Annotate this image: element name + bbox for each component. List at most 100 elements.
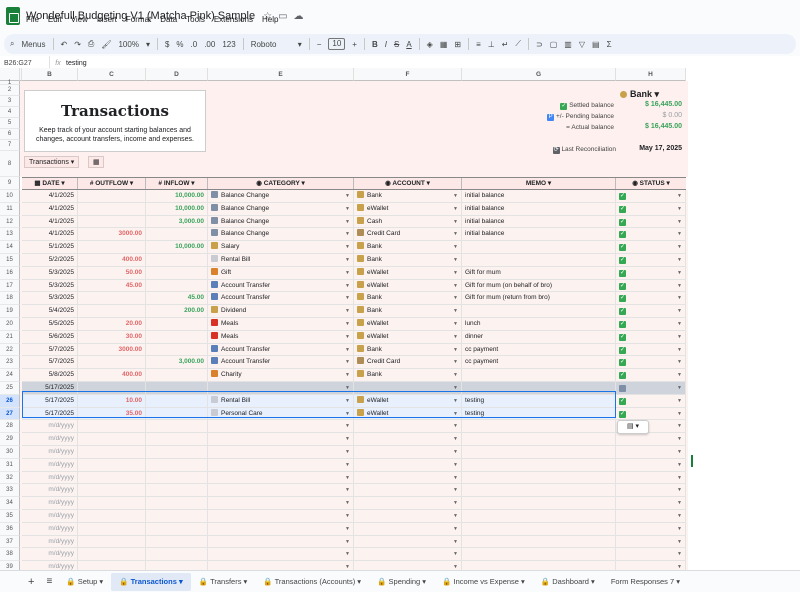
dropdown-arrow-icon[interactable]: ▼: [345, 344, 350, 356]
row-header[interactable]: 39: [0, 561, 20, 570]
decrease-decimal-button[interactable]: .0: [191, 40, 198, 49]
status-cell[interactable]: ▼: [616, 446, 686, 459]
dropdown-arrow-icon[interactable]: ▼: [345, 280, 350, 292]
header-status[interactable]: ◉ STATUS ▾: [616, 178, 686, 189]
dropdown-arrow-icon[interactable]: ▼: [677, 510, 682, 522]
row-header[interactable]: 23: [0, 356, 20, 370]
status-cell[interactable]: ✓ ▼: [616, 228, 686, 242]
account-cell[interactable]: Bank ▼: [354, 190, 462, 203]
dropdown-arrow-icon[interactable]: ▼: [677, 497, 682, 509]
inflow-cell[interactable]: 45.00: [146, 292, 208, 306]
category-cell[interactable]: Charity ▼: [208, 369, 354, 382]
inflow-cell[interactable]: [146, 458, 208, 472]
column-header-e[interactable]: E: [208, 68, 354, 81]
outflow-cell[interactable]: [78, 535, 146, 549]
memo-cell[interactable]: [462, 561, 616, 570]
inflow-cell[interactable]: 200.00: [146, 305, 208, 318]
dropdown-arrow-icon[interactable]: ▼: [345, 216, 350, 228]
tab-menu-chevron-icon[interactable]: ▾: [519, 577, 525, 586]
dropdown-arrow-icon[interactable]: ▼: [453, 356, 458, 368]
dropdown-arrow-icon[interactable]: ▼: [677, 523, 682, 535]
date-cell[interactable]: m/d/yyyy: [22, 535, 78, 549]
dropdown-arrow-icon[interactable]: ▼: [453, 280, 458, 292]
status-checkbox-icon[interactable]: ✓: [619, 410, 626, 418]
inflow-cell[interactable]: 3,000.00: [146, 215, 208, 229]
sheet-tab-transactions-accounts[interactable]: 🔒 Transactions (Accounts) ▾: [255, 573, 369, 591]
inflow-cell[interactable]: [146, 266, 208, 280]
status-cell[interactable]: ✓ ▼: [616, 254, 686, 267]
date-cell[interactable]: 5/3/2025: [22, 279, 78, 293]
dropdown-arrow-icon[interactable]: ▼: [453, 459, 458, 471]
inflow-cell[interactable]: [146, 561, 208, 570]
status-cell[interactable]: ✓ ▼: [616, 356, 686, 370]
outflow-cell[interactable]: [78, 446, 146, 459]
row-header[interactable]: 3: [0, 96, 20, 107]
tab-menu-chevron-icon[interactable]: ▾: [674, 577, 680, 586]
outflow-cell[interactable]: [78, 433, 146, 446]
date-cell[interactable]: 4/1/2025: [22, 190, 78, 203]
account-cell[interactable]: Bank ▼: [354, 292, 462, 306]
dropdown-arrow-icon[interactable]: ▼: [453, 472, 458, 484]
print-icon[interactable]: ⎙: [88, 39, 94, 49]
category-cell[interactable]: Dividend ▼: [208, 305, 354, 318]
sheets-logo-icon[interactable]: [6, 7, 20, 25]
category-cell[interactable]: ▼: [208, 433, 354, 446]
account-cell[interactable]: Bank ▼: [354, 343, 462, 357]
account-cell[interactable]: ▼: [354, 471, 462, 485]
row-header[interactable]: 31: [0, 458, 20, 472]
memo-cell[interactable]: [462, 446, 616, 459]
sheet-tab-spending[interactable]: 🔒 Spending ▾: [369, 573, 434, 591]
date-cell[interactable]: m/d/yyyy: [22, 471, 78, 485]
category-cell[interactable]: Balance Change ▼: [208, 228, 354, 242]
memo-cell[interactable]: [462, 522, 616, 536]
dropdown-arrow-icon[interactable]: ▼: [677, 561, 682, 570]
memo-cell[interactable]: initial balance: [462, 190, 616, 203]
fill-color-icon[interactable]: ◈: [427, 40, 433, 49]
text-rotation-icon[interactable]: ⟋: [515, 39, 521, 49]
date-cell[interactable]: 5/1/2025: [22, 241, 78, 254]
date-cell[interactable]: 4/1/2025: [22, 215, 78, 229]
status-checkbox-icon[interactable]: ✓: [619, 244, 626, 252]
date-cell[interactable]: 5/7/2025: [22, 356, 78, 370]
date-cell[interactable]: 5/5/2025: [22, 318, 78, 331]
dropdown-arrow-icon[interactable]: ▼: [453, 241, 458, 253]
dropdown-arrow-icon[interactable]: ▼: [345, 241, 350, 253]
text-color-icon[interactable]: A: [406, 40, 411, 49]
date-cell[interactable]: m/d/yyyy: [22, 484, 78, 498]
status-cell[interactable]: ▼: [616, 471, 686, 485]
outflow-cell[interactable]: 30.00: [78, 330, 146, 344]
account-cell[interactable]: ▼: [354, 446, 462, 459]
dropdown-arrow-icon[interactable]: ▼: [453, 420, 458, 432]
memo-cell[interactable]: [462, 535, 616, 549]
date-cell[interactable]: 5/8/2025: [22, 369, 78, 382]
dropdown-arrow-icon[interactable]: ▼: [677, 203, 682, 215]
horizontal-align-icon[interactable]: ≡: [476, 40, 481, 49]
row-header[interactable]: 34: [0, 497, 20, 510]
account-cell[interactable]: eWallet ▼: [354, 266, 462, 280]
row-header[interactable]: 37: [0, 535, 20, 549]
date-cell[interactable]: 5/3/2025: [22, 266, 78, 280]
dropdown-arrow-icon[interactable]: ▼: [677, 241, 682, 253]
dropdown-arrow-icon[interactable]: ▼: [345, 472, 350, 484]
memo-cell[interactable]: [462, 241, 616, 254]
sheet-tab-setup[interactable]: 🔒 Setup ▾: [58, 573, 111, 591]
memo-cell[interactable]: initial balance: [462, 228, 616, 242]
status-checkbox-icon[interactable]: ✓: [619, 269, 626, 277]
memo-cell[interactable]: [462, 305, 616, 318]
account-cell[interactable]: ▼: [354, 548, 462, 562]
dropdown-arrow-icon[interactable]: ▼: [677, 408, 682, 420]
dropdown-arrow-icon[interactable]: ▼: [345, 318, 350, 330]
font-chevron-icon[interactable]: ▾: [298, 40, 302, 49]
dropdown-arrow-icon[interactable]: ▼: [677, 216, 682, 228]
dropdown-arrow-icon[interactable]: ▼: [345, 484, 350, 496]
dropdown-arrow-icon[interactable]: ▼: [345, 305, 350, 317]
inflow-cell[interactable]: 10,000.00: [146, 241, 208, 254]
date-cell[interactable]: m/d/yyyy: [22, 510, 78, 523]
dropdown-arrow-icon[interactable]: ▼: [453, 510, 458, 522]
menu-edit[interactable]: Edit: [48, 15, 62, 24]
row-header[interactable]: 30: [0, 446, 20, 459]
status-cell[interactable]: ▼: [616, 561, 686, 570]
row-header[interactable]: 15: [0, 254, 20, 267]
dropdown-arrow-icon[interactable]: ▼: [677, 446, 682, 458]
row-header[interactable]: 6: [0, 129, 20, 140]
